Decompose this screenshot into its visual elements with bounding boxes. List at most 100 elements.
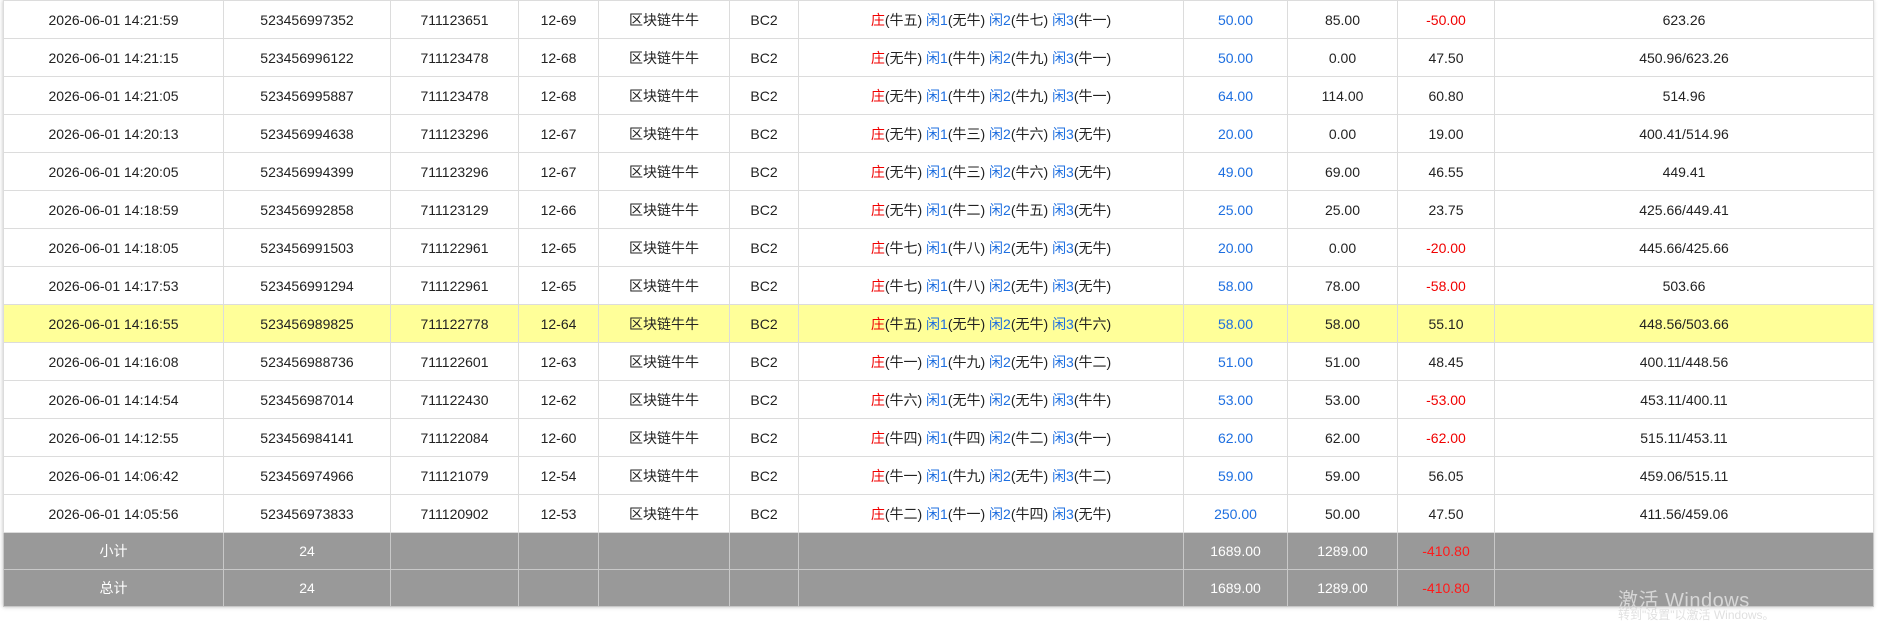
hand-result: (牛一) [884,467,923,484]
win-loss-cell: 55.10 [1397,304,1495,343]
balance-cell: 449.41 [1494,152,1874,191]
player-label: 闲3 [1052,239,1074,256]
empty-cell [598,569,730,607]
game-name-cell: 区块链牛牛 [598,0,730,39]
player-label: 闲3 [1052,277,1074,294]
table-row: 2026-06-01 14:16:55 523456989825 711122778… [3,304,1874,343]
bet-time-cell: 2026-06-01 14:20:05 [3,152,224,191]
hand-result: (牛一) [1073,429,1112,446]
bet-amount-cell: 20.00 [1183,114,1288,153]
player-label: 闲2 [989,87,1011,104]
player-label: 闲1 [926,429,948,446]
hand-result: (无牛) [1010,467,1049,484]
hand-result: (牛五) [884,11,923,28]
win-loss-cell: 60.80 [1397,76,1495,115]
win-loss-cell: 46.55 [1397,152,1495,191]
game-name-cell: 区块链牛牛 [598,38,730,77]
empty-cell [518,532,599,570]
empty-cell [598,532,730,570]
player-label: 闲3 [1052,391,1074,408]
table-name-cell: BC2 [729,38,799,77]
bet-amount-cell: 49.00 [1183,152,1288,191]
hand-result: (无牛) [947,11,986,28]
issue-number-cell: 711122961 [390,266,519,305]
bet-amount-cell: 50.00 [1183,0,1288,39]
player-label: 闲2 [989,467,1011,484]
order-number-cell: 523456994399 [223,152,391,191]
bet-content-cell: 庄(牛七) 闲1(牛八) 闲2(无牛) 闲3(无牛) [798,228,1184,267]
bet-amount-cell: 25.00 [1183,190,1288,229]
bet-time-cell: 2026-06-01 14:12:55 [3,418,224,457]
game-name-cell: 区块链牛牛 [598,304,730,343]
total-win: -410.80 [1397,569,1495,607]
hand-result: (牛一) [884,353,923,370]
hand-result: (牛二) [1073,353,1112,370]
total-win-value: -410.80 [1422,580,1470,596]
issue-number-cell: 711122430 [390,380,519,419]
bet-content-cell: 庄(无牛) 闲1(牛牛) 闲2(牛九) 闲3(牛一) [798,76,1184,115]
total-count: 24 [223,569,391,607]
bet-time-cell: 2026-06-01 14:17:53 [3,266,224,305]
game-name-cell: 区块链牛牛 [598,266,730,305]
player-label: 闲2 [989,49,1011,66]
empty-cell [390,532,519,570]
balance-cell: 514.96 [1494,76,1874,115]
hand-result: (牛一) [947,505,986,522]
bet-time-cell: 2026-06-01 14:20:13 [3,114,224,153]
issue-number-cell: 711122084 [390,418,519,457]
table-row: 2026-06-01 14:20:05 523456994399 711123296… [3,152,1874,191]
hand-result: (牛八) [947,277,986,294]
issue-number-cell: 711120902 [390,494,519,533]
round-number-cell: 12-67 [518,152,599,191]
table-name-cell: BC2 [729,228,799,267]
round-number-cell: 12-63 [518,342,599,381]
order-number-cell: 523456988736 [223,342,391,381]
bet-amount-cell: 51.00 [1183,342,1288,381]
order-number-cell: 523456984141 [223,418,391,457]
banker-label: 庄 [870,505,885,522]
valid-bet-cell: 0.00 [1287,228,1398,267]
valid-bet-cell: 78.00 [1287,266,1398,305]
order-number-cell: 523456989825 [223,304,391,343]
bet-amount-cell: 53.00 [1183,380,1288,419]
hand-result: (牛五) [1010,201,1049,218]
hand-result: (无牛) [1010,239,1049,256]
valid-bet-cell: 59.00 [1287,456,1398,495]
win-loss-cell: 23.75 [1397,190,1495,229]
player-label: 闲3 [1052,49,1074,66]
banker-label: 庄 [870,277,885,294]
bet-content-cell: 庄(无牛) 闲1(牛牛) 闲2(牛九) 闲3(牛一) [798,38,1184,77]
order-number-cell: 523456987014 [223,380,391,419]
empty-cell [1494,532,1874,570]
table-name-cell: BC2 [729,494,799,533]
banker-label: 庄 [870,391,885,408]
valid-bet-cell: 51.00 [1287,342,1398,381]
hand-result: (牛二) [1073,467,1112,484]
table-row: 2026-06-01 14:21:05 523456995887 711123478… [3,76,1874,115]
balance-cell: 623.26 [1494,0,1874,39]
bet-time-cell: 2026-06-01 14:06:42 [3,456,224,495]
bet-time-cell: 2026-06-01 14:21:05 [3,76,224,115]
player-label: 闲2 [989,391,1011,408]
table-row: 2026-06-01 14:05:56 523456973833 711120902… [3,494,1874,533]
table-row: 2026-06-01 14:18:05 523456991503 711122961… [3,228,1874,267]
hand-result: (牛三) [947,125,986,142]
table-name-cell: BC2 [729,114,799,153]
valid-bet-cell: 69.00 [1287,152,1398,191]
hand-result: (无牛) [884,163,923,180]
player-label: 闲3 [1052,11,1074,28]
subtotal-win: -410.80 [1397,532,1495,570]
bet-amount-cell: 59.00 [1183,456,1288,495]
subtotal-label: 小计 [3,532,224,570]
balance-cell: 450.96/623.26 [1494,38,1874,77]
player-label: 闲2 [989,163,1011,180]
table-row: 2026-06-01 14:21:15 523456996122 711123478… [3,38,1874,77]
bet-records-table: 2026-06-01 14:21:59 523456997352 711123651… [3,0,1874,607]
hand-result: (无牛) [1010,353,1049,370]
subtotal-amount: 1689.00 [1183,532,1288,570]
windows-activation-subtext: 转到"设置"以激活 Windows。 [1618,608,1775,622]
issue-number-cell: 711123129 [390,190,519,229]
game-name-cell: 区块链牛牛 [598,152,730,191]
hand-result: (无牛) [1073,163,1112,180]
order-number-cell: 523456997352 [223,0,391,39]
